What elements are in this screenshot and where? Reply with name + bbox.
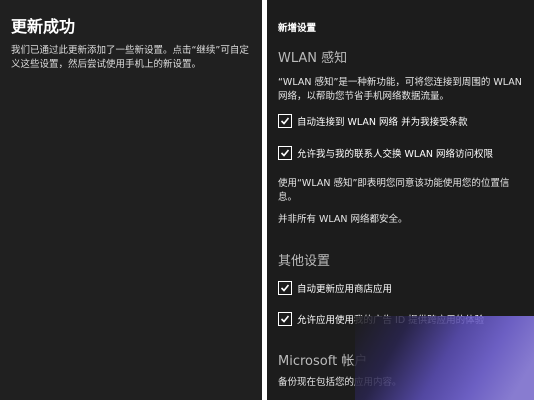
auto-update-store-apps-option[interactable]: 自动更新应用商店应用	[278, 281, 392, 295]
wlan-description: “WLAN 感知”是一种新功能，可将您连接到周围的 WLAN 网络，以帮助您节省…	[278, 77, 522, 102]
share-wlan-contacts-checkbox[interactable]	[278, 146, 292, 160]
other-settings-title: 其他设置	[278, 254, 331, 269]
microsoft-account-title: Microsoft 帐户	[278, 354, 368, 369]
share-wlan-contacts-label: 允许我与我的联系人交换 WLAN 网络访问权限	[297, 149, 494, 160]
wlan-security-note: 并非所有 WLAN 网络都安全。	[278, 214, 408, 225]
update-success-screen: 更新成功 我们已通过此更新添加了一些新设置。点击“继续”可自定义这些设置，然后尝…	[0, 0, 262, 400]
wlan-section-title: WLAN 感知	[278, 51, 348, 66]
page-header: 新增设置	[278, 23, 317, 34]
checkmark-icon	[280, 117, 290, 125]
image-artifact-overlay	[355, 316, 534, 400]
auto-update-store-apps-label: 自动更新应用商店应用	[297, 284, 393, 295]
page-title: 更新成功	[11, 17, 76, 36]
checkmark-icon	[280, 284, 290, 292]
advertising-id-checkbox[interactable]	[278, 312, 292, 326]
checkmark-icon	[280, 315, 290, 323]
auto-connect-wlan-option[interactable]: 自动连接到 WLAN 网络 并为我接受条款	[278, 114, 468, 128]
auto-connect-wlan-checkbox[interactable]	[278, 114, 292, 128]
auto-connect-wlan-label: 自动连接到 WLAN 网络 并为我接受条款	[297, 117, 468, 128]
share-wlan-contacts-option[interactable]: 允许我与我的联系人交换 WLAN 网络访问权限	[278, 146, 493, 160]
checkmark-icon	[280, 149, 290, 157]
update-description: 我们已通过此更新添加了一些新设置。点击“继续”可自定义这些设置，然后尝试使用手机…	[11, 45, 249, 70]
wlan-location-note: 使用“WLAN 感知”即表明您同意该功能使用您的位置信息。	[278, 178, 510, 203]
auto-update-store-apps-checkbox[interactable]	[278, 281, 292, 295]
